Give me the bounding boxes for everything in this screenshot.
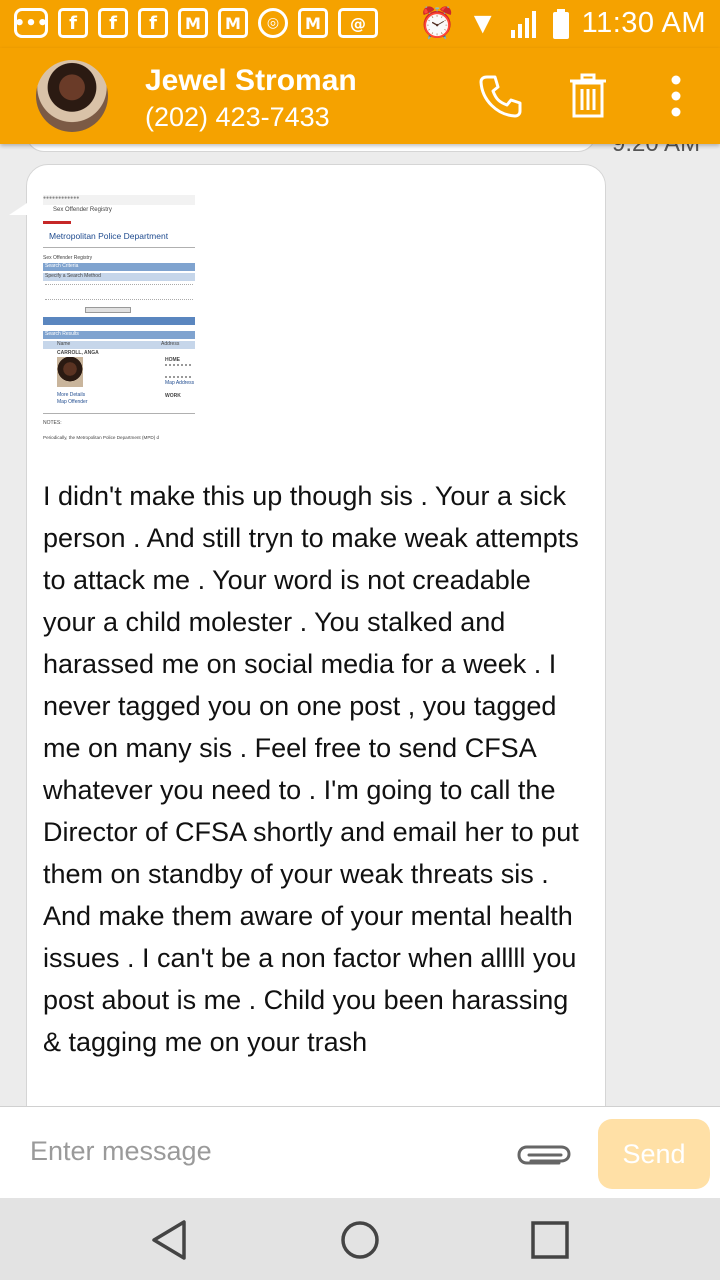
recents-icon bbox=[531, 1221, 569, 1259]
facebook-icon: f bbox=[58, 8, 88, 38]
attachment-status-bar: ●●●●●●●●●●●● bbox=[43, 195, 195, 205]
previous-message-time: 9:20 AM bbox=[612, 144, 700, 158]
message-text: I didn't make this up though sis . Your … bbox=[43, 481, 579, 1057]
facebook-icon: f bbox=[138, 8, 168, 38]
attach-button[interactable] bbox=[514, 1135, 574, 1175]
gmail-icon: M bbox=[178, 8, 208, 38]
contact-name: Jewel Stroman bbox=[145, 64, 357, 97]
previous-message-bubble[interactable] bbox=[26, 144, 596, 152]
attachment-map-address: Map Address bbox=[165, 380, 195, 386]
facebook-icon: f bbox=[98, 8, 128, 38]
attachment-search-button bbox=[85, 307, 131, 313]
conversation-header: Jewel Stroman (202) 423-7433 bbox=[0, 48, 720, 144]
image-attachment[interactable]: ●●●●●●●●●●●● Sex Offender Registry Metro… bbox=[43, 195, 195, 461]
attachment-work-label: WORK bbox=[165, 393, 181, 399]
status-time: 11:30 AM bbox=[581, 7, 706, 39]
attachment-search-method: Specify a Search Method bbox=[43, 273, 195, 281]
battery-icon bbox=[552, 8, 569, 39]
attachment-home-label: HOME bbox=[165, 357, 180, 363]
send-button[interactable]: Send bbox=[598, 1119, 710, 1189]
attachment-notes-label: NOTES: bbox=[43, 420, 62, 426]
home-icon bbox=[341, 1221, 379, 1259]
phone-icon bbox=[479, 75, 522, 118]
message-input[interactable] bbox=[30, 1129, 490, 1173]
avatar[interactable] bbox=[36, 60, 108, 132]
attachment-col-address: Address bbox=[161, 341, 180, 347]
alarm-icon: ⏰ bbox=[418, 7, 456, 40]
message-list[interactable]: 9:20 AM ●●●●●●●●●●●● Sex Offender Regist… bbox=[0, 144, 720, 1106]
status-bar: ••• f f f M M ◎ M @ ⏰ ▼ 11:30 AM bbox=[0, 0, 720, 48]
attachment-page-title: Sex Offender Registry bbox=[53, 207, 112, 213]
attachment-results-label: Search Results bbox=[43, 331, 195, 339]
attachment-home-address bbox=[165, 364, 191, 378]
attachment-search-criteria: Search Criteria bbox=[43, 263, 195, 271]
delete-button[interactable] bbox=[562, 70, 614, 122]
back-icon bbox=[152, 1220, 186, 1260]
message-bubble[interactable]: ●●●●●●●●●●●● Sex Offender Registry Metro… bbox=[9, 164, 606, 1106]
more-options-button[interactable] bbox=[650, 70, 702, 122]
attachment-form bbox=[45, 284, 193, 300]
wifi-icon: ▼ bbox=[467, 6, 498, 40]
attachment-col-name: Name bbox=[57, 341, 71, 347]
chat-icon: ••• bbox=[14, 8, 48, 38]
instagram-icon: ◎ bbox=[258, 8, 288, 38]
home-button[interactable] bbox=[336, 1216, 384, 1264]
attachment-offender-photo bbox=[57, 357, 83, 387]
call-button[interactable] bbox=[474, 70, 526, 122]
back-button[interactable] bbox=[146, 1216, 194, 1264]
signal-icon bbox=[510, 10, 536, 38]
gmail-icon: M bbox=[298, 8, 328, 38]
attachment-banner bbox=[43, 317, 195, 325]
attachment-more-details: More Details bbox=[57, 392, 86, 398]
bubble-tail bbox=[9, 203, 27, 215]
email-icon: @ bbox=[338, 8, 378, 38]
attachment-notes-text: Periodically, the Metropolitan Police De… bbox=[43, 435, 160, 440]
contact-phone: (202) 423-7433 bbox=[145, 102, 330, 132]
navigation-bar bbox=[0, 1198, 720, 1280]
attachment-rule-2 bbox=[43, 413, 195, 414]
trash-icon bbox=[570, 73, 606, 118]
attachment-offender-name: CARROLL, ANGA bbox=[57, 350, 99, 356]
attachment-map-offender: Map Offender bbox=[57, 399, 88, 405]
attachment-section: Sex Offender Registry bbox=[43, 255, 93, 261]
gmail-icon: M bbox=[218, 8, 248, 38]
notification-icons: ••• f f f M M ◎ M @ bbox=[14, 8, 378, 38]
attachment-rule bbox=[43, 247, 195, 248]
attachment-department: Metropolitan Police Department bbox=[49, 231, 169, 241]
more-vert-icon bbox=[671, 75, 681, 117]
paperclip-icon bbox=[517, 1145, 571, 1165]
attachment-divider bbox=[43, 221, 71, 224]
recents-button[interactable] bbox=[526, 1216, 574, 1264]
message-composer: Send bbox=[0, 1106, 720, 1198]
